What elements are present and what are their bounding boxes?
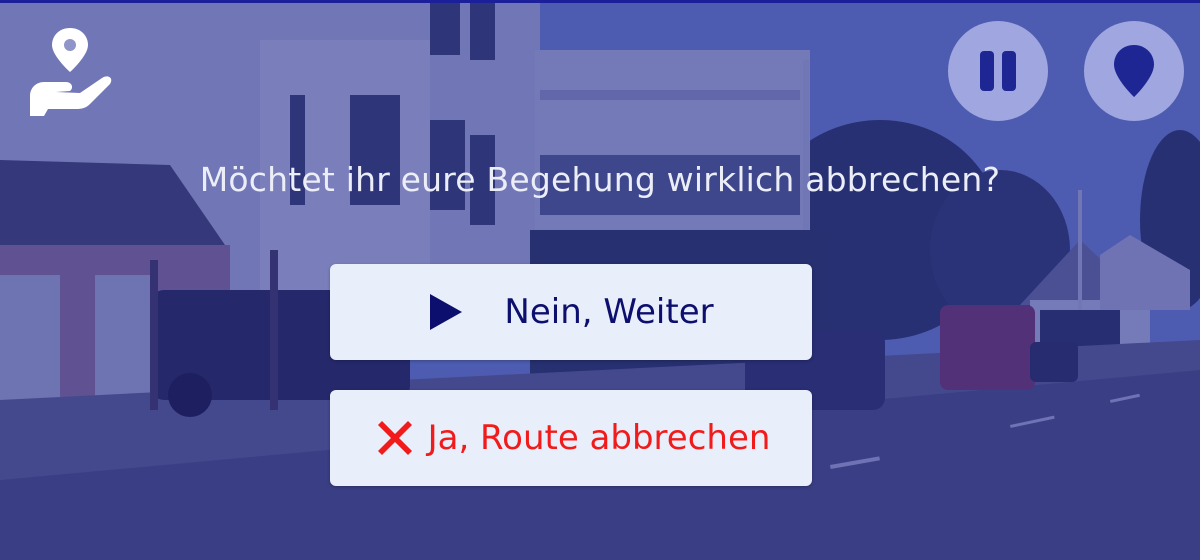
abort-button-label: Ja, Route abbrechen [427, 418, 771, 458]
location-pin-icon [1114, 45, 1154, 97]
continue-button[interactable]: Nein, Weiter [330, 264, 812, 360]
play-icon [430, 294, 463, 330]
pause-icon [976, 51, 1020, 91]
location-button[interactable] [1084, 21, 1184, 121]
abort-route-button[interactable]: Ja, Route abbrechen [330, 390, 812, 486]
continue-button-label: Nein, Weiter [504, 292, 714, 332]
top-border [0, 0, 1200, 3]
cross-mark-icon [377, 421, 412, 455]
pause-button[interactable] [948, 21, 1048, 121]
dialog-question: Möchtet ihr eure Begehung wirklich abbre… [199, 160, 1001, 199]
hand-with-location-pin-icon [30, 28, 112, 116]
